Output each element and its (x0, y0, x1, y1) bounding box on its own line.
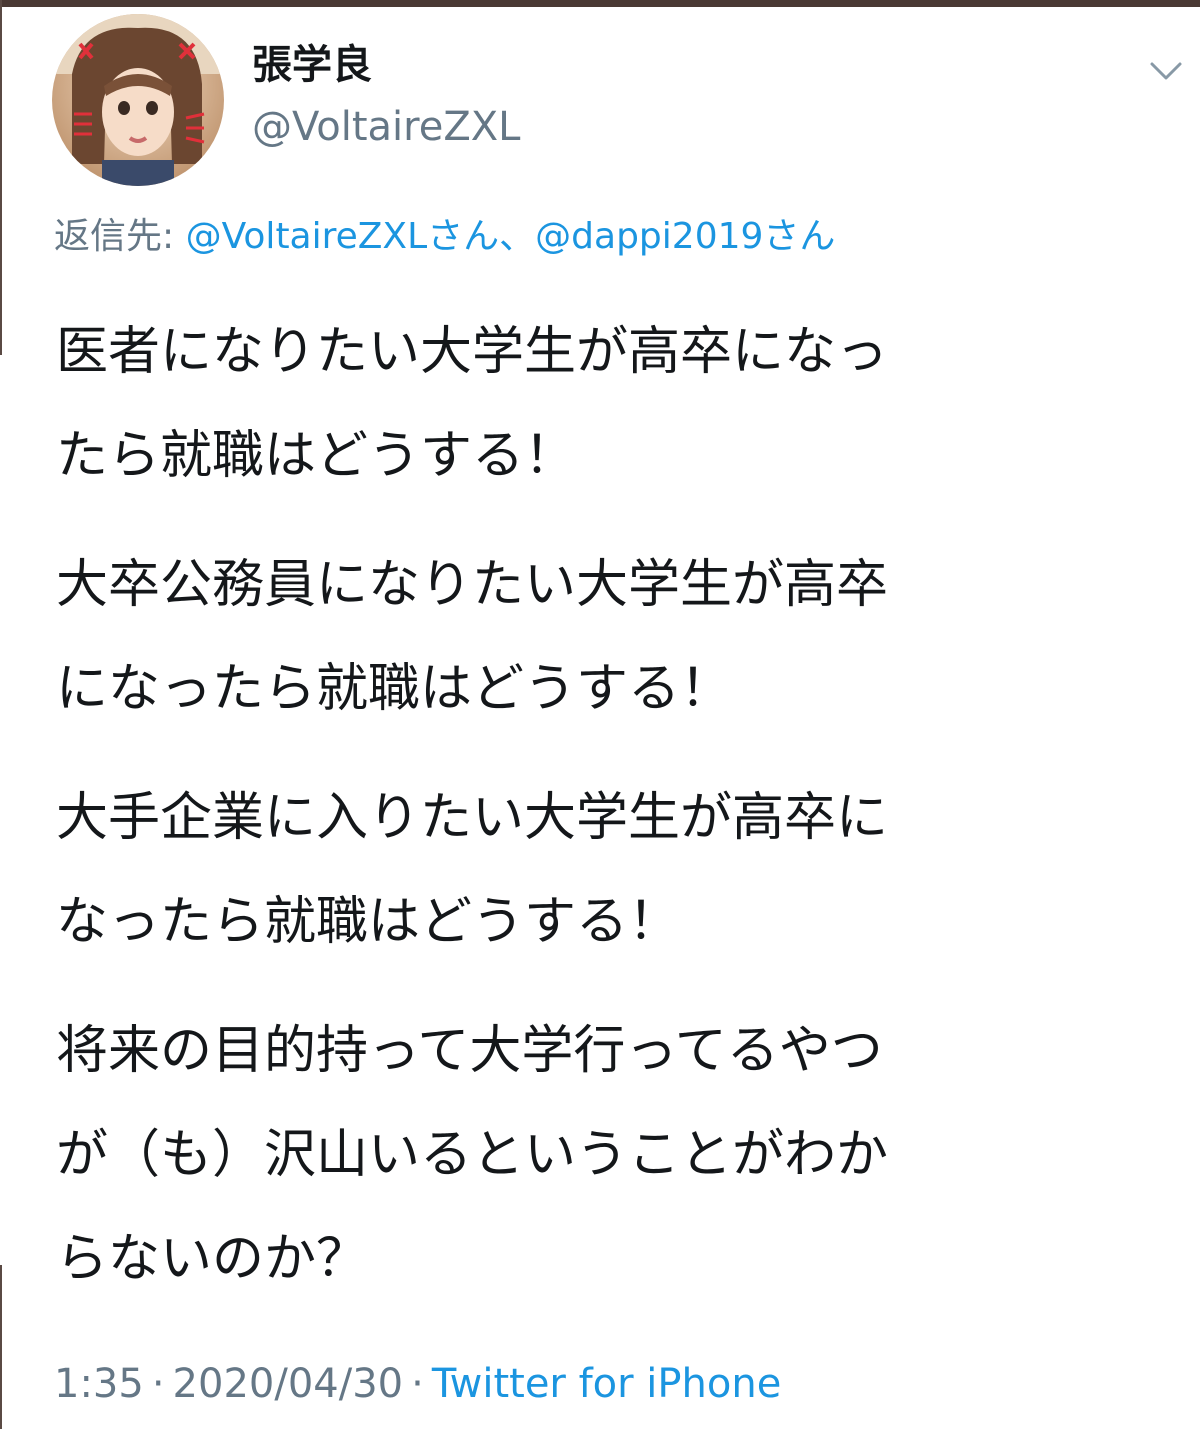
display-name[interactable]: 張学良 (252, 40, 372, 90)
tweet-paragraph: 医者になりたい大学生が高卒になっ たら就職はどうする！ (56, 322, 889, 486)
left-edge-divider (0, 0, 2, 355)
tweet-screenshot: 張学良 @VoltaireZXL 返信先: @VoltaireZXLさん、@da… (0, 0, 1200, 1429)
chevron-down-icon[interactable] (1146, 56, 1186, 86)
top-border (0, 0, 1200, 7)
reply-prefix: 返信先: (54, 216, 186, 257)
reply-to-line: 返信先: @VoltaireZXLさん、@dappi2019さん (54, 212, 835, 262)
tweet-text: 医者になりたい大学生が高卒になっ たら就職はどうする！ 大卒公務員になりたい大学… (56, 300, 1166, 1311)
reply-mention-separator: 、 (499, 216, 536, 257)
tweet-paragraph: 大手企業に入りたい大学生が高卒に なったら就職はどうする！ (56, 788, 889, 952)
tweet-paragraph: 大卒公務員になりたい大学生が高卒 になったら就職はどうする！ (56, 555, 889, 719)
tweet-paragraph: 将来の目的持って大学行ってるやつ が（も）沢山いるということがわか らないのか？ (56, 1021, 889, 1289)
tweet-source-link[interactable]: Twitter for iPhone (432, 1361, 782, 1407)
meta-separator: · (411, 1361, 424, 1407)
tweet-metadata: 1:35 · 2020/04/30 · Twitter for iPhone (54, 1358, 781, 1410)
user-handle[interactable]: @VoltaireZXL (252, 102, 520, 152)
left-edge-divider-bottom (0, 1265, 2, 1429)
meta-separator: · (151, 1361, 165, 1407)
profile-photo-avatar (52, 14, 224, 186)
avatar[interactable] (52, 14, 224, 186)
reply-mention-dappi2019[interactable]: @dappi2019さん (535, 216, 835, 257)
tweet-time[interactable]: 1:35 (54, 1361, 144, 1407)
reply-mention-voltairezxl[interactable]: @VoltaireZXLさん (186, 216, 500, 257)
tweet-date[interactable]: 2020/04/30 (173, 1361, 404, 1407)
